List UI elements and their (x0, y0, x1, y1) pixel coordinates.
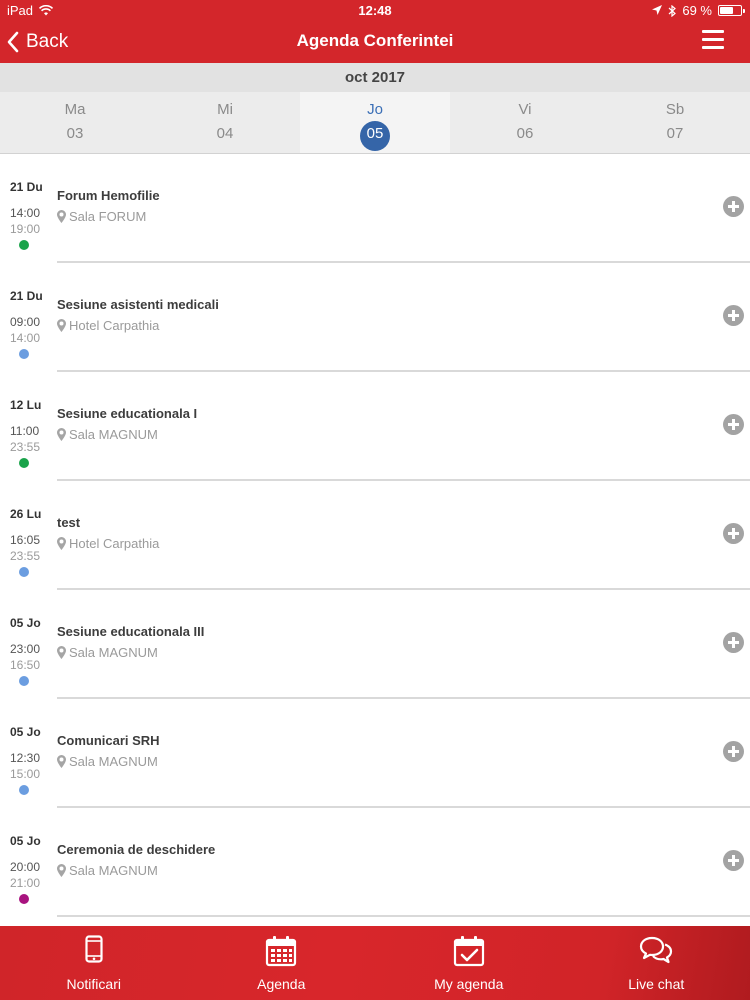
event-start-time: 23:00 (10, 642, 41, 656)
event-title: Forum Hemofilie (57, 188, 160, 203)
status-bar: iPad 12:48 69 % (0, 0, 750, 22)
hamburger-menu-icon[interactable] (702, 30, 724, 50)
tab-label: My agenda (434, 976, 504, 992)
event-start-time: 16:05 (10, 533, 41, 547)
tab-my-agenda[interactable]: My agenda (375, 926, 563, 1000)
event-title: test (57, 515, 81, 530)
event-category-dot (19, 785, 29, 795)
day-tab[interactable]: Vi 06 (450, 92, 600, 153)
event-item[interactable]: 12 Lu 11:00 23:55 Sesiune educationala I… (0, 372, 750, 481)
event-end-time: 23:55 (10, 440, 41, 454)
day-tab-selected[interactable]: Jo 05 (300, 92, 450, 153)
event-date: 05 Jo (10, 616, 41, 630)
event-location: Hotel Carpathia (69, 318, 160, 333)
add-to-agenda-icon[interactable] (723, 850, 744, 871)
event-end-time: 23:55 (10, 549, 41, 563)
event-start-time: 11:00 (10, 424, 40, 438)
calendar-check-icon (453, 936, 484, 967)
event-location: Sala MAGNUM (69, 754, 158, 769)
event-location: Sala MAGNUM (69, 645, 158, 660)
event-item[interactable]: 05 Jo 23:00 16:50 Sesiune educationala I… (0, 590, 750, 699)
event-start-time: 14:00 (10, 206, 41, 220)
event-end-time: 15:00 (10, 767, 41, 781)
event-end-time: 19:00 (10, 222, 41, 236)
battery-percent: 69 % (682, 3, 712, 18)
event-category-dot (19, 458, 29, 468)
event-title: Sesiune educationala III (57, 624, 205, 639)
tab-notificari[interactable]: Notificari (0, 926, 188, 1000)
tab-label: Agenda (257, 976, 306, 992)
battery-icon (718, 5, 745, 16)
event-title: Ceremonia de deschidere (57, 842, 216, 857)
event-item[interactable]: 21 Du 09:00 14:00 Sesiune asistenti medi… (0, 263, 750, 372)
event-date: 21 Du (10, 289, 43, 303)
bluetooth-icon (668, 4, 677, 17)
location-arrow-icon (652, 5, 663, 15)
event-end-time: 16:50 (10, 658, 41, 672)
nav-bar: Back Agenda Conferintei (0, 22, 750, 63)
event-category-dot (19, 567, 29, 577)
event-category-dot (19, 676, 29, 686)
event-category-dot (19, 894, 29, 904)
event-location: Sala FORUM (69, 209, 147, 224)
divider (57, 915, 750, 917)
event-item[interactable]: 05 Jo 20:00 21:00 Ceremonia de deschider… (0, 808, 750, 917)
add-to-agenda-icon[interactable] (723, 305, 744, 326)
day-selector: Ma 03 Mi 04 Jo 05 Vi 06 Sb 07 (0, 92, 750, 154)
add-to-agenda-icon[interactable] (723, 523, 744, 544)
event-location: Sala MAGNUM (69, 427, 158, 442)
calendar-icon (266, 936, 297, 967)
day-tab[interactable]: Ma 03 (0, 92, 150, 153)
event-title: Sesiune educationala I (57, 406, 198, 421)
tab-label: Notificari (66, 976, 121, 992)
battery-level (720, 7, 734, 14)
event-item[interactable]: 05 Jo 12:30 15:00 Comunicari SRH Sala MA… (0, 699, 750, 808)
tab-label: Live chat (628, 976, 685, 992)
day-tab[interactable]: Sb 07 (600, 92, 750, 153)
tab-agenda[interactable]: Agenda (188, 926, 376, 1000)
month-label: oct 2017 (0, 63, 750, 92)
event-location: Sala MAGNUM (69, 863, 158, 878)
event-start-time: 12:30 (10, 751, 41, 765)
event-date: 05 Jo (10, 725, 41, 739)
location-pin-icon (57, 755, 66, 768)
event-end-time: 14:00 (10, 331, 41, 345)
phone-icon (85, 935, 103, 963)
page-title: Agenda Conferintei (296, 31, 454, 50)
event-category-dot (19, 240, 29, 250)
location-pin-icon (57, 864, 66, 877)
event-location: Hotel Carpathia (69, 536, 160, 551)
tab-bar: Notificari Agenda My agenda Live chat (0, 926, 750, 1000)
add-to-agenda-icon[interactable] (723, 741, 744, 762)
event-date: 21 Du (10, 180, 43, 194)
add-to-agenda-icon[interactable] (723, 414, 744, 435)
event-date: 12 Lu (10, 398, 42, 412)
day-tab[interactable]: Mi 04 (150, 92, 300, 153)
add-to-agenda-icon[interactable] (723, 196, 744, 217)
location-pin-icon (57, 319, 66, 332)
event-date: 26 Lu (10, 507, 42, 521)
event-title: Comunicari SRH (57, 733, 160, 748)
location-pin-icon (57, 428, 66, 441)
tab-live-chat[interactable]: Live chat (563, 926, 750, 1000)
event-end-time: 21:00 (10, 876, 41, 890)
event-start-time: 09:00 (10, 315, 41, 329)
event-list: 21 Du 14:00 19:00 Forum Hemofilie Sala F… (0, 154, 750, 926)
top-bar: iPad 12:48 69 % Back Agenda Conferintei (0, 0, 750, 63)
event-title: Sesiune asistenti medicali (57, 297, 219, 312)
location-pin-icon (57, 646, 66, 659)
event-item[interactable]: 21 Du 14:00 19:00 Forum Hemofilie Sala F… (0, 154, 750, 263)
event-item[interactable]: 26 Lu 16:05 23:55 test Hotel Carpathia (0, 481, 750, 590)
add-to-agenda-icon[interactable] (723, 632, 744, 653)
status-time: 12:48 (358, 3, 392, 18)
location-pin-icon (57, 210, 66, 223)
event-start-time: 20:00 (10, 860, 41, 874)
location-pin-icon (57, 537, 66, 550)
event-date: 05 Jo (10, 834, 41, 848)
event-category-dot (19, 349, 29, 359)
chat-icon (640, 936, 673, 964)
